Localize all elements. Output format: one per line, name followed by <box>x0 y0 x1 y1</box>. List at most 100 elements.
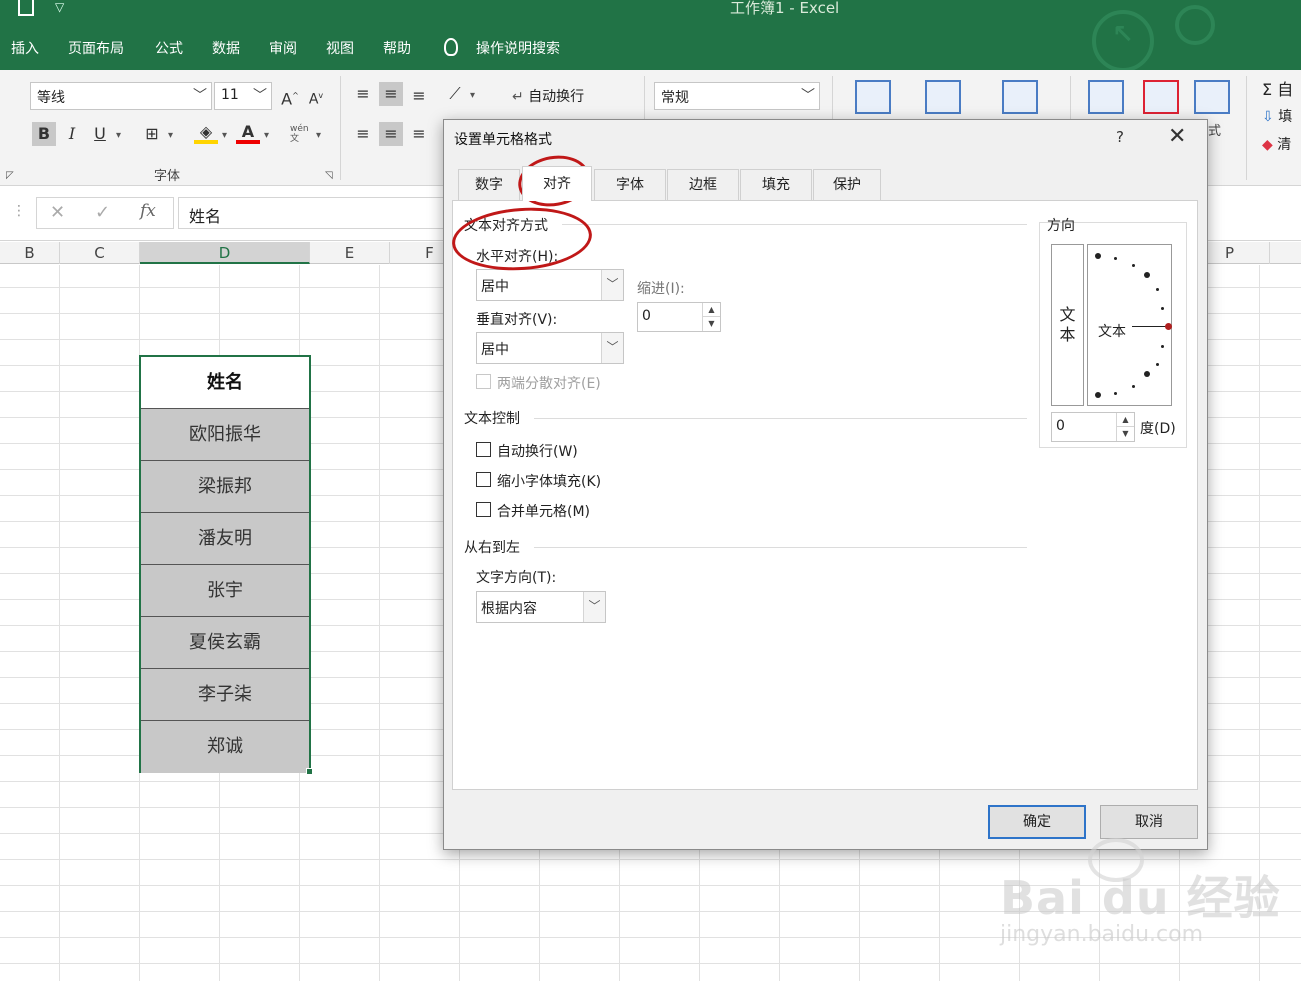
name-table[interactable]: 姓名 欧阳振华 梁振邦 潘友明 张宇 夏侯玄霸 李子柒 郑诚 <box>139 355 311 773</box>
tab-fill[interactable]: 填充 <box>740 169 812 200</box>
menu-view[interactable]: 视图 <box>326 38 354 58</box>
column-header-e[interactable]: E <box>310 242 390 264</box>
cancel-button[interactable]: 取消 <box>1100 805 1198 839</box>
conditional-formatting-icon[interactable] <box>855 80 891 114</box>
dial-dot <box>1132 385 1135 388</box>
table-row[interactable]: 欧阳振华 <box>141 409 309 461</box>
text-direction-select[interactable]: 根据内容 ﹀ <box>476 591 606 623</box>
format-as-table-icon[interactable] <box>925 80 961 114</box>
horizontal-align-select[interactable]: 居中 ﹀ <box>476 269 624 301</box>
number-format-combo[interactable]: 常规 ﹀ <box>654 82 820 110</box>
cancel-edit-icon[interactable]: ✕ <box>50 202 65 223</box>
menu-data[interactable]: 数据 <box>212 38 240 58</box>
spin-up-icon[interactable]: ▲ <box>703 303 720 317</box>
italic-button[interactable]: I <box>60 122 84 146</box>
dialog-launcher-icon[interactable]: ◸ <box>6 170 14 181</box>
insert-function-icon[interactable]: fx <box>140 201 156 221</box>
vertical-text-button[interactable]: 文 本 <box>1051 244 1084 406</box>
column-header-b[interactable]: B <box>0 242 60 264</box>
font-color-dropdown-icon[interactable]: ▾ <box>264 130 269 141</box>
font-name-combo[interactable]: 等线 ﹀ <box>30 82 212 110</box>
menu-formulas[interactable]: 公式 <box>155 38 183 58</box>
vertical-text-label: 文 本 <box>1059 305 1076 344</box>
spin-up-icon[interactable]: ▲ <box>1117 413 1134 427</box>
column-header-c[interactable]: C <box>60 242 140 264</box>
orientation-dial[interactable]: 文本 <box>1087 244 1172 406</box>
dial-handle[interactable] <box>1165 323 1172 330</box>
tell-me-search[interactable]: 操作说明搜索 <box>476 38 560 58</box>
align-middle-icon[interactable]: ≡ <box>379 82 403 106</box>
checkbox-box <box>476 374 491 389</box>
fill-dropdown-icon[interactable]: ▾ <box>222 130 227 141</box>
wrap-text-checkbox[interactable]: 自动换行(W) <box>476 441 626 461</box>
indent-stepper[interactable]: 0 ▲ ▼ <box>637 302 721 332</box>
dial-dot <box>1132 264 1135 267</box>
vertical-align-select[interactable]: 居中 ﹀ <box>476 332 624 364</box>
fill-handle[interactable] <box>306 768 313 775</box>
font-dialog-launcher-icon[interactable]: ◹ <box>325 170 333 181</box>
delete-cells-icon[interactable] <box>1143 80 1179 114</box>
fill-color-icon[interactable]: ◈ <box>194 120 218 144</box>
menu-insert[interactable]: 插入 <box>11 38 39 58</box>
align-right-icon[interactable]: ≡ <box>407 122 431 146</box>
fill-down-icon: ⇩ <box>1262 109 1279 125</box>
shrink-to-fit-checkbox[interactable]: 缩小字体填充(K) <box>476 471 626 491</box>
help-icon[interactable]: ? <box>1116 128 1124 146</box>
clear-label: 清 <box>1277 137 1292 153</box>
align-bottom-icon[interactable]: ≡ <box>407 84 431 108</box>
tab-protection[interactable]: 保护 <box>813 169 881 200</box>
phonetic-icon[interactable]: wén 文 <box>290 124 309 144</box>
table-row[interactable]: 夏侯玄霸 <box>141 617 309 669</box>
borders-dropdown-icon[interactable]: ▾ <box>168 130 173 141</box>
align-left-icon[interactable]: ≡ <box>351 122 375 146</box>
menu-page-layout[interactable]: 页面布局 <box>68 38 124 58</box>
align-top-icon[interactable]: ≡ <box>351 82 375 106</box>
orientation-icon[interactable]: ⟋ <box>443 82 467 106</box>
justify-distributed-checkbox[interactable]: 两端分散对齐(E) <box>476 373 636 393</box>
underline-button[interactable]: U <box>88 122 112 146</box>
text-direction-label: 文字方向(T): <box>476 570 557 586</box>
menu-review[interactable]: 审阅 <box>269 38 297 58</box>
ok-button[interactable]: 确定 <box>988 805 1086 839</box>
table-row[interactable]: 张宇 <box>141 565 309 617</box>
table-row[interactable]: 李子柒 <box>141 669 309 721</box>
clear-button[interactable]: ◆ 清 <box>1262 134 1291 154</box>
decorative-circle-icon <box>1175 5 1215 45</box>
merge-cells-checkbox[interactable]: 合并单元格(M) <box>476 501 626 521</box>
close-icon[interactable]: ✕ <box>1168 124 1186 149</box>
format-cells-icon[interactable] <box>1194 80 1230 114</box>
phonetic-dropdown-icon[interactable]: ▾ <box>316 130 321 141</box>
fill-button[interactable]: ⇩ 填 <box>1262 106 1292 126</box>
font-color-icon[interactable]: A <box>236 120 260 144</box>
degrees-stepper[interactable]: 0 ▲ ▼ <box>1051 412 1135 442</box>
underline-dropdown-icon[interactable]: ▾ <box>116 130 121 141</box>
wrap-text-button[interactable]: ↵ 自动换行 <box>512 86 584 106</box>
customize-qat-icon[interactable]: ▽ <box>55 0 64 14</box>
font-size-combo[interactable]: 11 ﹀ <box>214 82 272 110</box>
tab-font[interactable]: 字体 <box>594 169 666 200</box>
spin-down-icon[interactable]: ▼ <box>703 317 720 331</box>
confirm-edit-icon[interactable]: ✓ <box>95 202 110 223</box>
autosum-button[interactable]: Σ 自 <box>1262 76 1293 100</box>
table-row[interactable]: 郑诚 <box>141 721 309 773</box>
formula-input[interactable]: 姓名 <box>178 197 478 229</box>
shrink-font-button[interactable]: Av <box>304 84 328 108</box>
tab-border[interactable]: 边框 <box>667 169 739 200</box>
tab-alignment[interactable]: 对齐 <box>522 166 592 201</box>
grow-font-button[interactable]: A^ <box>278 84 302 108</box>
column-header-d[interactable]: D <box>140 242 310 264</box>
align-center-icon[interactable]: ≡ <box>379 122 403 146</box>
table-row[interactable]: 潘友明 <box>141 513 309 565</box>
borders-icon[interactable]: ⊞ <box>140 122 164 146</box>
menu-help[interactable]: 帮助 <box>383 38 411 58</box>
horizontal-align-value: 居中 <box>481 279 509 295</box>
spin-down-icon[interactable]: ▼ <box>1117 427 1134 441</box>
bold-button[interactable]: B <box>32 122 56 146</box>
table-header-cell[interactable]: 姓名 <box>141 357 309 409</box>
orientation-dropdown-icon[interactable]: ▾ <box>470 90 475 101</box>
document-icon[interactable] <box>18 0 34 16</box>
insert-cells-icon[interactable] <box>1088 80 1124 114</box>
table-row[interactable]: 梁振邦 <box>141 461 309 513</box>
cell-styles-icon[interactable] <box>1002 80 1038 114</box>
tab-number[interactable]: 数字 <box>458 169 520 200</box>
